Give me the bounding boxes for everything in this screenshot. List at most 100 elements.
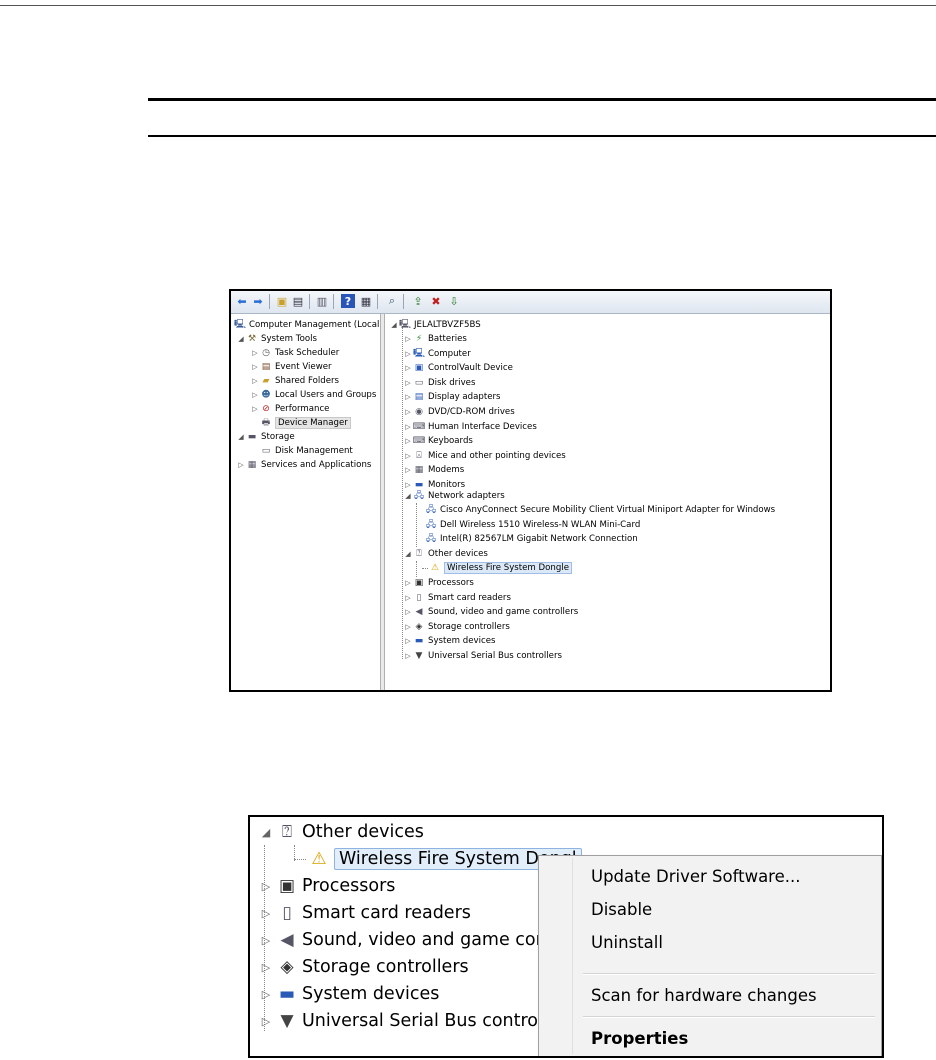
device-tree-root[interactable]: ◢ 🖳 JELALTBVZF5BS [390, 318, 480, 332]
category-mice-and-other-pointing-devices[interactable]: ▷ ⍓ Mice and other pointing devices [404, 449, 565, 463]
collapsed-arrow-icon[interactable]: ▷ [404, 623, 412, 631]
menu-update-driver[interactable]: Update Driver Software... [591, 863, 801, 889]
collapsed-arrow-icon[interactable]: ▷ [258, 961, 274, 974]
tree-device-manager[interactable]: 🖶 Device Manager [259, 416, 351, 430]
help-icon[interactable]: ? [341, 294, 355, 308]
collapsed-arrow-icon[interactable]: ▷ [404, 452, 412, 460]
collapsed-arrow-icon[interactable]: ▷ [237, 461, 245, 469]
category-smart-card-readers[interactable]: ▷ ▯ Smart card readers [404, 591, 511, 605]
collapsed-arrow-icon[interactable]: ▷ [404, 466, 412, 474]
zoom-category-system-devices[interactable]: ▷ ▬ System devices [258, 981, 440, 1007]
zoom-category-processors[interactable]: ▷ ▣ Processors [258, 873, 396, 899]
category-sound-video-and-game-controllers[interactable]: ▷ ◀ Sound, video and game controllers [404, 605, 578, 619]
category-processors[interactable]: ▷ ▣ Processors [404, 576, 474, 590]
tree-storage[interactable]: ◢ ▬ Storage [237, 430, 294, 444]
device-network-1[interactable]: 🖧 Dell Wireless 1510 Wireless-N WLAN Mini… [424, 518, 640, 532]
device-wireless-fire-dongle[interactable]: ⚠ Wireless Fire System Dongle [422, 561, 572, 575]
collapsed-arrow-icon[interactable]: ▷ [258, 1015, 274, 1028]
export-list-icon[interactable]: ▥ [315, 294, 329, 308]
forward-arrow-icon[interactable]: ➡ [251, 294, 265, 308]
category-other-devices[interactable]: ◢ ⍰ Other devices [404, 547, 488, 561]
collapsed-arrow-icon[interactable]: ▷ [404, 608, 412, 616]
scan-hardware-icon[interactable]: ⌕ [385, 294, 399, 308]
collapsed-arrow-icon[interactable]: ▷ [258, 880, 274, 893]
collapsed-arrow-icon[interactable]: ▷ [404, 335, 412, 343]
category-controlvault-device[interactable]: ▷ ▣ ControlVault Device [404, 361, 513, 375]
network-adapter-icon: 🖧 [425, 519, 437, 530]
collapsed-arrow-icon[interactable]: ▷ [258, 988, 274, 1001]
collapsed-arrow-icon[interactable]: ▷ [404, 364, 412, 372]
menu-properties[interactable]: Properties [591, 1025, 688, 1051]
collapsed-arrow-icon[interactable]: ▷ [258, 907, 274, 920]
category-human-interface-devices[interactable]: ▷ ⌨ Human Interface Devices [404, 420, 537, 434]
disk-icon: ▭ [261, 446, 271, 456]
category-dvd-cd-rom-drives[interactable]: ▷ ◉ DVD/CD-ROM drives [404, 405, 514, 419]
collapsed-arrow-icon[interactable]: ▷ [404, 579, 412, 587]
expanded-arrow-icon[interactable]: ◢ [237, 335, 245, 343]
category-disk-drives[interactable]: ▷ ▭ Disk drives [404, 376, 475, 390]
tree-local-users[interactable]: ▷ ☻ Local Users and Groups [251, 388, 376, 402]
tree-task-scheduler[interactable]: ▷ ◷ Task Scheduler [251, 346, 339, 360]
tree-system-tools[interactable]: ◢ ⚒ System Tools [237, 332, 317, 346]
zoom-category-system-devices-label: System devices [302, 984, 440, 1004]
collapsed-arrow-icon[interactable]: ▷ [404, 594, 412, 602]
zoom-category-sound-video-and-game-contr[interactable]: ▷ ◀ Sound, video and game contr [258, 927, 561, 953]
category-keyboards[interactable]: ▷ ⌨ Keyboards [404, 434, 473, 448]
menu-disable[interactable]: Disable [591, 896, 652, 922]
category-universal-serial-bus-controllers[interactable]: ▷ ▼ Universal Serial Bus controllers [404, 649, 562, 663]
back-arrow-icon[interactable]: ⬅ [235, 294, 249, 308]
action-pane-icon[interactable]: ▦ [359, 294, 373, 308]
tree-performance[interactable]: ▷ ⊘ Performance [251, 402, 329, 416]
show-hide-tree-icon[interactable]: ▤ [291, 294, 305, 308]
uninstall-device-icon[interactable]: ✖ [429, 294, 443, 308]
zoom-category-storage-controllers[interactable]: ▷ ◈ Storage controllers [258, 954, 469, 980]
device-network-0[interactable]: 🖧 Cisco AnyConnect Secure Mobility Client… [424, 503, 775, 517]
collapsed-arrow-icon[interactable]: ▷ [404, 481, 412, 489]
category-batteries[interactable]: ▷ ⚡ Batteries [404, 332, 467, 346]
section-rule-bottom [148, 135, 936, 137]
hid-icon: ⌨ [412, 421, 426, 432]
storage-icon: ▬ [247, 432, 257, 442]
collapsed-arrow-icon[interactable]: ▷ [258, 934, 274, 947]
collapsed-arrow-icon[interactable]: ▷ [404, 652, 412, 660]
update-driver-icon[interactable]: ⇪ [411, 294, 425, 308]
collapsed-arrow-icon[interactable]: ▷ [251, 405, 259, 413]
collapsed-arrow-icon[interactable]: ▷ [404, 379, 412, 387]
collapsed-arrow-icon[interactable]: ▷ [404, 423, 412, 431]
collapsed-arrow-icon[interactable]: ▷ [251, 363, 259, 371]
collapsed-arrow-icon[interactable]: ▷ [404, 393, 412, 401]
tree-event-viewer[interactable]: ▷ ▤ Event Viewer [251, 360, 331, 374]
collapsed-arrow-icon[interactable]: ▷ [404, 437, 412, 445]
zoom-category-smart-card-readers[interactable]: ▷ ▯ Smart card readers [258, 900, 471, 926]
collapsed-arrow-icon[interactable]: ▷ [251, 377, 259, 385]
collapsed-arrow-icon[interactable]: ▷ [404, 350, 412, 358]
device-network-2[interactable]: 🖧 Intel(R) 82567LM Gigabit Network Connec… [424, 532, 638, 546]
tree-services-apps[interactable]: ▷ ▦ Services and Applications [237, 458, 371, 472]
category-network-adapters[interactable]: ◢ 🖧 Network adapters [404, 489, 504, 503]
expanded-arrow-icon[interactable]: ◢ [390, 321, 398, 329]
tree-shared-folders[interactable]: ▷ ▰ Shared Folders [251, 374, 339, 388]
enable-device-icon[interactable]: ⇩ [447, 294, 461, 308]
category-storage-controllers[interactable]: ▷ ◈ Storage controllers [404, 620, 510, 634]
menu-scan-hardware[interactable]: Scan for hardware changes [591, 982, 817, 1008]
collapsed-arrow-icon[interactable]: ▷ [251, 349, 259, 357]
collapsed-arrow-icon[interactable]: ▷ [251, 391, 259, 399]
category-display-adapters[interactable]: ▷ ▤ Display adapters [404, 390, 500, 404]
category-computer[interactable]: ▷ 🖳 Computer [404, 347, 470, 361]
collapsed-arrow-icon[interactable]: ▷ [404, 637, 412, 645]
category-system-devices[interactable]: ▷ ▬ System devices [404, 634, 495, 648]
zoom-category-universal-serial-bus-controllers[interactable]: ▷ ▼ Universal Serial Bus controllers [258, 1008, 575, 1034]
tree-root[interactable]: 🖳 Computer Management (Local [233, 318, 379, 332]
expanded-arrow-icon[interactable]: ◢ [404, 550, 412, 558]
category-modems[interactable]: ▷ ▦ Modems [404, 463, 464, 477]
expanded-arrow-icon[interactable]: ◢ [404, 492, 412, 500]
expanded-arrow-icon[interactable]: ◢ [258, 826, 274, 839]
up-folder-icon[interactable]: ▣ [275, 294, 289, 308]
pane-splitter[interactable] [381, 314, 385, 690]
menu-uninstall[interactable]: Uninstall [591, 929, 663, 955]
collapsed-arrow-icon[interactable]: ▷ [404, 408, 412, 416]
users-icon: ☻ [261, 390, 271, 400]
expanded-arrow-icon[interactable]: ◢ [237, 433, 245, 441]
tree-disk-management[interactable]: ▭ Disk Management [259, 444, 353, 458]
zoom-category-other-devices[interactable]: ◢ ⍰ Other devices [258, 819, 424, 845]
